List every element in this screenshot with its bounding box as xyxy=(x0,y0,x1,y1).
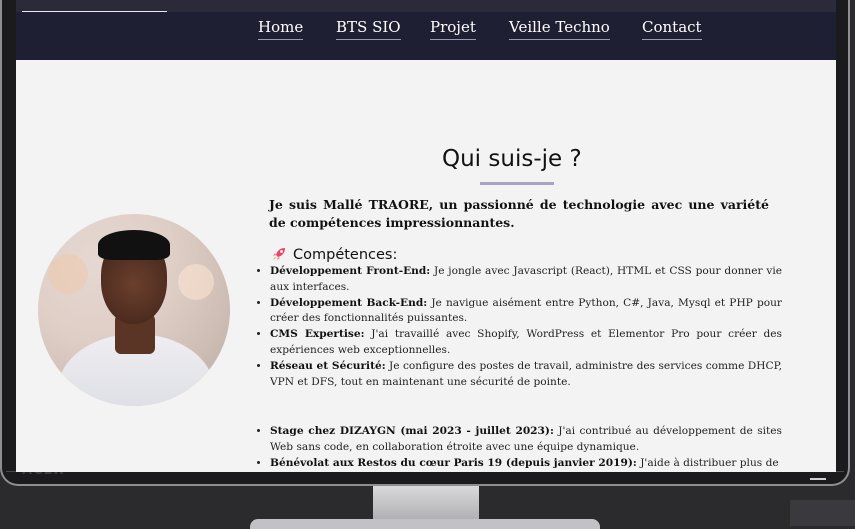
title-underline xyxy=(480,182,554,185)
list-item: Développement Back-End: Je navigue aisém… xyxy=(270,296,782,328)
list-item: Bénévolat aux Restos du cœur Paris 19 (d… xyxy=(270,456,782,472)
experience-list: Stage chez DIZAYGN (mai 2023 - juillet 2… xyxy=(256,424,782,471)
nav-projet[interactable]: Projet xyxy=(430,18,476,40)
power-indicator xyxy=(810,478,826,480)
list-item: Développement Front-End: Je jongle avec … xyxy=(270,264,782,296)
screen: Home BTS SIO Projet Veille Techno Contac… xyxy=(16,12,836,472)
nav-home[interactable]: Home xyxy=(258,18,304,40)
avatar xyxy=(38,214,230,406)
nav-bts-sio[interactable]: BTS SIO xyxy=(336,18,401,40)
skills-list: Développement Front-End: Je jongle avec … xyxy=(256,264,782,390)
rocket-icon xyxy=(273,248,285,260)
intro-text: Je suis Mallé TRAORE, un passionné de te… xyxy=(269,197,769,230)
list-item: Réseau et Sécurité: Je configure des pos… xyxy=(270,359,782,391)
list-item: CMS Expertise: J'ai travaillé avec Shopi… xyxy=(270,327,782,359)
navbar: Home BTS SIO Projet Veille Techno Contac… xyxy=(16,12,836,60)
nav-contact[interactable]: Contact xyxy=(642,18,702,40)
nav-veille-techno[interactable]: Veille Techno xyxy=(509,18,610,40)
monitor-stand-base xyxy=(250,519,600,529)
skills-heading: Compétences: xyxy=(271,246,397,264)
list-item: Stage chez DIZAYGN (mai 2023 - juillet 2… xyxy=(270,424,782,456)
monitor-shadow xyxy=(790,500,855,526)
skills-heading-label: Compétences: xyxy=(293,247,398,263)
page-title: Qui suis-je ? xyxy=(442,146,582,172)
